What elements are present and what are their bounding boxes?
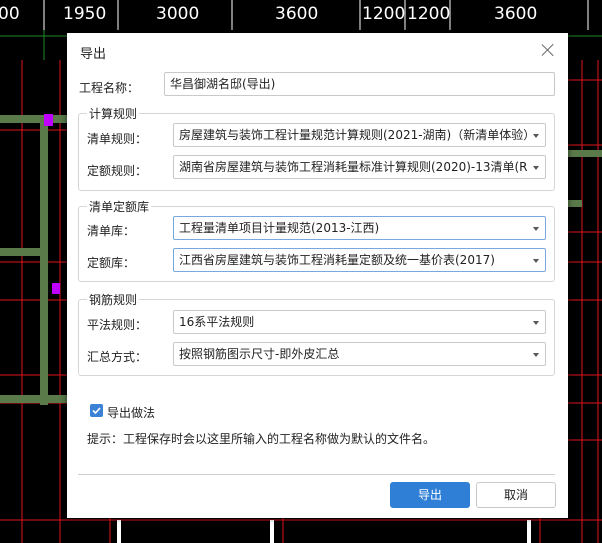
list-rule-value: 房屋建筑与装饰工程计量规范计算规则(2021-湖南)（新清单体验） <box>179 128 527 142</box>
export-button[interactable]: 导出 <box>390 482 470 508</box>
ruler-label: 3600 <box>494 4 537 24</box>
quota-lib-value: 江西省房屋建筑与装饰工程消耗量定额及统一基价表(2017) <box>179 253 495 267</box>
export-method-label[interactable]: 导出做法 <box>107 404 155 421</box>
summary-label: 汇总方式： <box>87 350 148 364</box>
flat-rule-label: 平法规则： <box>87 318 148 332</box>
ruler-label: 00 <box>0 4 20 24</box>
flat-rule-select[interactable]: 16系平法规则 <box>173 310 546 334</box>
chevron-down-icon <box>533 134 539 138</box>
dialog-title: 导出 <box>80 47 107 62</box>
summary-value: 按照钢筋图示尺寸-即外皮汇总 <box>179 347 340 361</box>
ruler-label: 3000 <box>156 4 199 24</box>
list-lib-select[interactable]: 工程量清单项目计量规范(2013-江西) <box>173 216 546 240</box>
flat-rule-value: 16系平法规则 <box>179 315 255 329</box>
divider <box>78 474 555 475</box>
quota-rule-select[interactable]: 湖南省房屋建筑与装饰工程消耗量标准计算规则(2020)-13清单(R1.0 <box>173 155 546 179</box>
hint-text: 提示：工程保存时会以这里所输入的工程名称做为默认的文件名。 <box>87 432 436 446</box>
list-rule-select[interactable]: 房屋建筑与装饰工程计量规范计算规则(2021-湖南)（新清单体验） <box>173 123 546 147</box>
cancel-button[interactable]: 取消 <box>476 482 556 508</box>
chevron-down-icon <box>533 259 539 263</box>
project-name-label: 工程名称： <box>79 81 140 95</box>
libraries-legend: 清单定额库 <box>87 198 152 215</box>
chevron-down-icon <box>533 227 539 231</box>
export-method-checkbox[interactable] <box>90 404 103 417</box>
list-lib-label: 清单库： <box>87 224 136 238</box>
quota-rule-label: 定额规则： <box>87 164 148 178</box>
ruler-label: 3600 <box>275 4 318 24</box>
export-dialog: 导出 工程名称： 华昌御湖名邸(导出) 计算规则 清单规则： 房屋建筑与装饰工程… <box>67 33 568 518</box>
calc-rules-legend: 计算规则 <box>87 105 140 122</box>
quota-rule-value: 湖南省房屋建筑与装饰工程消耗量标准计算规则(2020)-13清单(R1.0 <box>179 160 527 174</box>
ruler-label: 1950 <box>63 4 106 24</box>
check-icon <box>92 407 101 415</box>
ruler-label: 1200 <box>407 4 450 24</box>
chevron-down-icon <box>533 166 539 170</box>
list-rule-label: 清单规则： <box>87 132 148 146</box>
project-name-input[interactable]: 华昌御湖名邸(导出) <box>164 72 555 96</box>
rebar-rules-legend: 钢筋规则 <box>87 291 140 308</box>
project-name-value: 华昌御湖名邸(导出) <box>170 77 276 91</box>
post-markers <box>117 520 531 543</box>
chevron-down-icon <box>533 321 539 325</box>
close-icon[interactable] <box>540 42 556 58</box>
ruler-label: 1200 <box>362 4 405 24</box>
quota-lib-label: 定额库： <box>87 256 136 270</box>
summary-select[interactable]: 按照钢筋图示尺寸-即外皮汇总 <box>173 342 546 366</box>
quota-lib-select[interactable]: 江西省房屋建筑与装饰工程消耗量定额及统一基价表(2017) <box>173 248 546 272</box>
list-lib-value: 工程量清单项目计量规范(2013-江西) <box>179 221 380 235</box>
chevron-down-icon <box>533 353 539 357</box>
